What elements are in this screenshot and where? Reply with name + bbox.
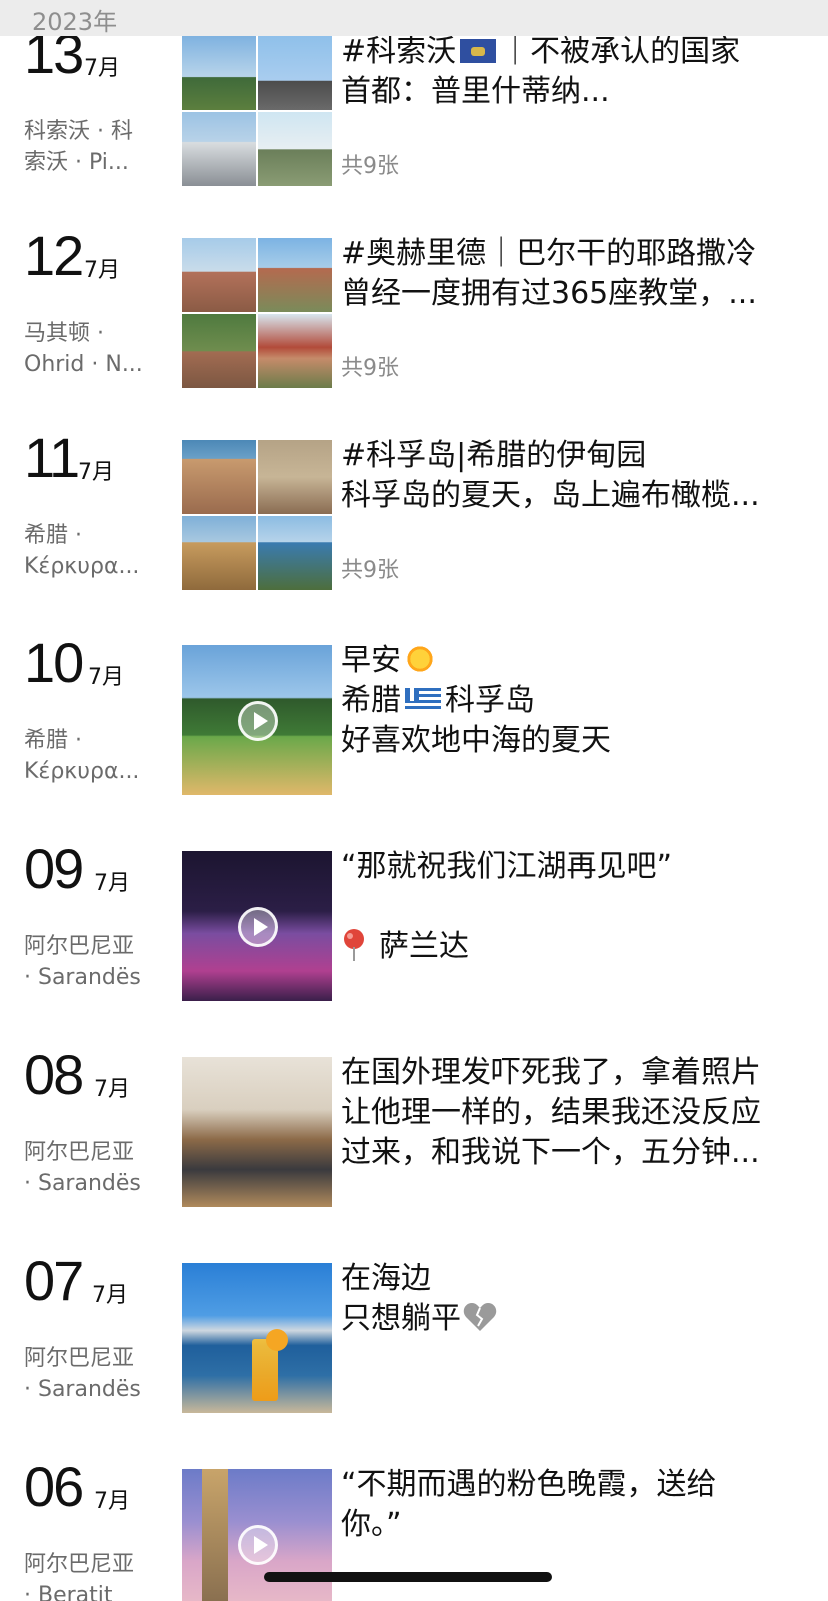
entry-month: 7月 — [94, 1489, 130, 1514]
entry-text: 早安 希腊 科孚岛 好喜欢地中海的夏天 — [341, 642, 611, 758]
photo-thumb — [258, 36, 332, 110]
entry-location: 科索沃 · 科索沃 · Pi... — [24, 119, 133, 175]
photo-thumb — [182, 516, 256, 590]
entry-day: 10 — [24, 631, 84, 694]
photo-thumb — [182, 238, 256, 312]
entry-day: 12 — [24, 224, 84, 287]
entry-text: 在国外理发吓死我了，拿着照片 让他理一样的，结果我还没反应 过来，和我说下一个，… — [341, 1055, 761, 1170]
entry-location: 马其顿 · Ohrid · N... — [24, 321, 143, 377]
photo-thumb — [182, 440, 256, 514]
entry-location: 阿尔巴尼亚 · Sarandës — [24, 934, 141, 990]
entry-month: 7月 — [92, 1283, 128, 1308]
photo-grid[interactable] — [182, 36, 332, 186]
photo-grid[interactable] — [182, 238, 332, 388]
home-indicator[interactable] — [264, 1572, 552, 1582]
play-icon[interactable] — [238, 1525, 278, 1565]
photo-thumb — [258, 314, 332, 388]
entry-text: #科孚岛|希腊的伊甸园 科孚岛的夏天，岛上遍布橄榄... — [341, 438, 760, 513]
entry-month: 7月 — [84, 56, 120, 81]
entry-day: 09 — [24, 837, 84, 900]
entry-day: 06 — [24, 1455, 84, 1518]
entry-text: 在海边 只想躺平 — [341, 1259, 801, 1339]
timeline-entry[interactable]: 13 7月 科索沃 · 科索沃 · Pi... #科索沃 ｜不被承认的国家 首都：… — [0, 26, 828, 186]
entry-day: 11 — [24, 426, 80, 489]
photo-thumb — [258, 516, 332, 590]
entry-text: #奥赫里德｜巴尔干的耶路撒冷 曾经一度拥有过365座教堂，... — [341, 236, 757, 311]
minaret — [202, 1469, 228, 1601]
photo-thumb — [182, 36, 256, 110]
timeline-entry[interactable]: 09 7月 阿尔巴尼亚 · Sarandës “那就祝我们江湖再见吧” 萨兰达 — [0, 841, 828, 1001]
entry-day: 07 — [24, 1249, 84, 1312]
entry-month: 7月 — [84, 258, 120, 283]
photo-thumb — [258, 112, 332, 186]
sun-emoji-icon — [403, 642, 437, 676]
photo-count: 共9张 — [341, 558, 399, 583]
entry-location: 阿尔巴尼亚 · Sarandës — [24, 1140, 141, 1196]
greece-flag-icon — [405, 688, 441, 712]
photo-thumb — [182, 112, 256, 186]
play-icon[interactable] — [238, 701, 278, 741]
entry-location: 希腊 · Κέρκυρα... — [24, 728, 140, 784]
entry-location: 希腊 · Κέρκυρα... — [24, 523, 140, 579]
location-pin-icon — [344, 929, 364, 961]
kosovo-flag-icon — [460, 39, 497, 63]
timeline-entry[interactable]: 08 7月 阿尔巴尼亚 · Sarandës 在国外理发吓死我了，拿着照片 让他理… — [0, 1047, 828, 1207]
entry-text: “不期而遇的粉色晚霞，送给 你。” — [341, 1467, 717, 1542]
orange-slice — [266, 1329, 288, 1351]
timeline-entry[interactable]: 11 7月 希腊 · Κέρκυρα... #科孚岛|希腊的伊甸园 科孚岛的夏天，… — [0, 430, 828, 590]
timeline-entry[interactable]: 12 7月 马其顿 · Ohrid · N... #奥赫里德｜巴尔干的耶路撒冷 曾… — [0, 228, 828, 388]
photo-thumb — [258, 238, 332, 312]
photo-thumb — [258, 440, 332, 514]
entry-month: 7月 — [78, 460, 114, 485]
photo-grid[interactable] — [182, 440, 332, 590]
entry-month: 7月 — [88, 665, 124, 690]
year-header: 2023年 — [0, 0, 828, 36]
entry-location: 阿尔巴尼亚 · Sarandës — [24, 1346, 141, 1402]
entry-text: “那就祝我们江湖再见吧” 萨兰达 — [341, 849, 673, 964]
timeline-entry[interactable]: 07 7月 阿尔巴尼亚 · Sarandës 在海边 只想躺平 — [0, 1253, 828, 1413]
photo-count: 共9张 — [341, 356, 399, 381]
photo-thumb — [182, 314, 256, 388]
entry-month: 7月 — [94, 1077, 130, 1102]
play-icon[interactable] — [238, 907, 278, 947]
entry-month: 7月 — [94, 871, 130, 896]
entry-day: 08 — [24, 1043, 84, 1106]
photo-thumb[interactable] — [182, 1057, 332, 1207]
entry-text: #科索沃 ｜不被承认的国家 首都：普里什蒂纳... — [341, 34, 741, 109]
photo-thumb[interactable] — [182, 1263, 332, 1413]
year-label: 2023年 — [32, 8, 118, 36]
video-thumb[interactable] — [182, 645, 332, 795]
broken-heart-icon — [463, 1303, 497, 1331]
video-thumb[interactable] — [182, 851, 332, 1001]
timeline-entry[interactable]: 10 7月 希腊 · Κέρκυρα... 早安 希腊 科孚岛 好喜欢地中海的夏天 — [0, 635, 828, 795]
entry-location: 阿尔巴尼亚 · Beratit — [24, 1552, 135, 1601]
photo-count: 共9张 — [341, 154, 399, 179]
